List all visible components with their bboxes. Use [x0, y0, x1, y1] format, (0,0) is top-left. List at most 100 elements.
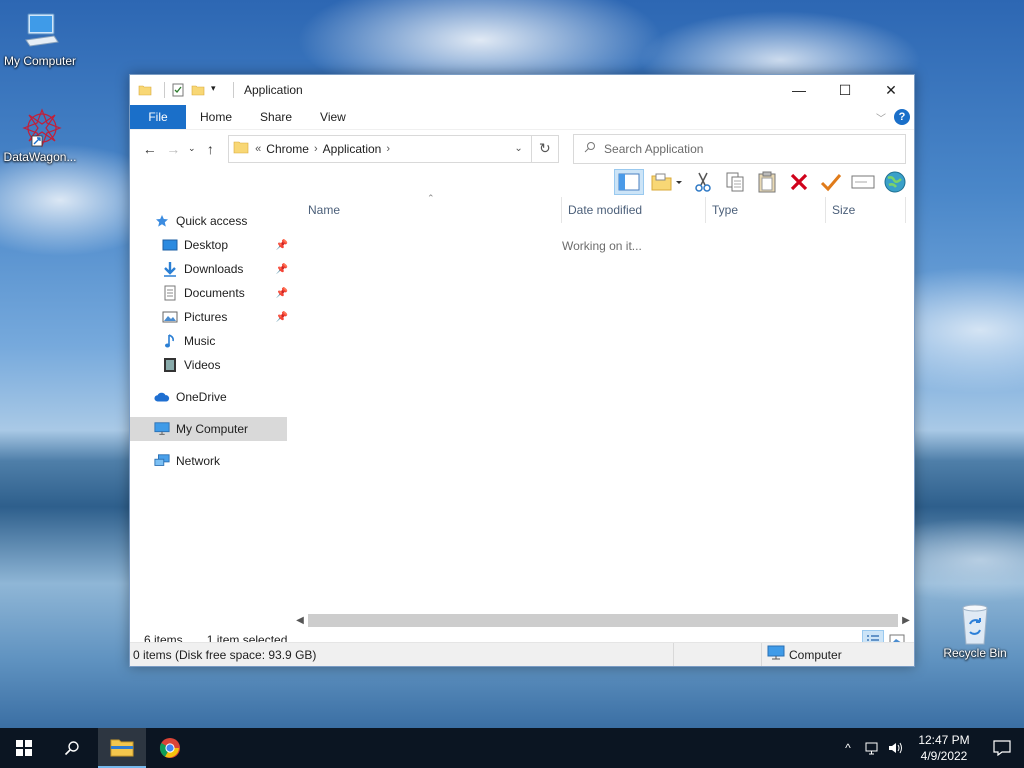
onedrive-icon — [154, 389, 170, 405]
start-button[interactable] — [0, 728, 48, 768]
disk-free-space: 0 items (Disk free space: 93.9 GB) — [130, 643, 674, 666]
clock-time: 12:47 PM — [918, 733, 970, 747]
downloads-icon — [162, 261, 178, 277]
file-list[interactable]: ⌃ Name Date modified Type Size Working o… — [292, 193, 914, 612]
tab-share[interactable]: Share — [246, 105, 306, 129]
pin-icon[interactable]: 📌 — [276, 240, 288, 251]
pictures-icon — [162, 309, 178, 325]
maximize-button[interactable]: ☐ — [822, 75, 868, 105]
nav-videos[interactable]: Videos — [130, 353, 292, 377]
close-button[interactable]: ✕ — [868, 75, 914, 105]
desktop-icon-datawagon[interactable]: DataWagon... — [0, 106, 80, 164]
breadcrumb-chrome[interactable]: Chrome — [266, 142, 309, 156]
tab-file[interactable]: File — [130, 105, 186, 129]
paste-icon[interactable] — [754, 169, 780, 195]
address-bar[interactable]: « Chrome › Application › ⌄ — [228, 134, 532, 163]
nav-label: Quick access — [176, 214, 248, 228]
breadcrumb-application[interactable]: Application — [323, 142, 382, 156]
nav-label: Network — [176, 454, 221, 468]
nav-label: Videos — [184, 358, 221, 372]
pin-icon[interactable]: 📌 — [276, 264, 288, 275]
window-title: Application — [244, 83, 303, 97]
expand-ribbon-icon[interactable]: ﹀ — [876, 110, 886, 125]
cut-icon[interactable] — [690, 169, 716, 195]
nav-downloads[interactable]: Downloads 📌 — [130, 257, 292, 281]
chrome-taskbar-button[interactable] — [146, 728, 194, 768]
desktop-icon-recycle-bin[interactable]: Recycle Bin — [935, 602, 1015, 660]
scroll-left-icon[interactable]: ◀ — [292, 615, 308, 626]
navigation-pane: Quick access Desktop 📌 Downloads 📌 Docum… — [130, 197, 292, 612]
scroll-right-icon[interactable]: ▶ — [898, 615, 914, 626]
search-icon — [584, 141, 596, 156]
network-status-icon[interactable] — [860, 741, 884, 755]
network-icon — [154, 453, 170, 469]
column-type[interactable]: Type — [706, 197, 826, 223]
rename-icon[interactable] — [850, 169, 876, 195]
refresh-icon[interactable]: ↻ — [531, 134, 560, 163]
overflow-chevron[interactable]: « — [255, 143, 261, 155]
scrollbar-thumb[interactable] — [308, 613, 898, 627]
up-icon[interactable]: ↑ — [199, 137, 222, 161]
nav-music[interactable]: Music — [130, 329, 292, 353]
show-hidden-icons-icon[interactable]: ^ — [836, 741, 860, 755]
nav-quick-access[interactable]: Quick access — [130, 209, 292, 233]
tab-home[interactable]: Home — [186, 105, 246, 129]
pin-icon[interactable]: 📌 — [276, 312, 288, 323]
preview-pane-icon[interactable] — [614, 169, 644, 195]
search-button[interactable] — [48, 728, 96, 768]
file-explorer-taskbar-button[interactable] — [98, 728, 146, 768]
nav-label: Downloads — [184, 262, 244, 276]
delete-icon[interactable] — [786, 169, 812, 195]
address-row: ← → ⌄ ↑ « Chrome › Application › ⌄ ↻ — [130, 129, 914, 167]
desktop-icon-label: My Computer — [3, 54, 77, 68]
desktop-icon-label: Recycle Bin — [943, 646, 1007, 660]
properties-icon[interactable] — [171, 83, 185, 97]
documents-icon — [162, 285, 178, 301]
search-box[interactable] — [573, 133, 906, 164]
nav-pictures[interactable]: Pictures 📌 — [130, 305, 292, 329]
nav-my-computer[interactable]: My Computer — [130, 417, 287, 441]
chrome-icon — [159, 738, 180, 758]
check-icon[interactable] — [818, 169, 844, 195]
nav-documents[interactable]: Documents 📌 — [130, 281, 292, 305]
back-icon[interactable]: ← — [138, 137, 161, 161]
sort-arrow-icon: ⌃ — [427, 193, 435, 203]
computer-icon — [20, 10, 60, 50]
recycle-bin-icon — [955, 602, 995, 645]
search-input[interactable] — [604, 141, 885, 156]
tab-view[interactable]: View — [306, 105, 360, 129]
column-date-modified[interactable]: Date modified — [562, 197, 706, 223]
column-size[interactable]: Size — [826, 197, 906, 223]
desktop-icon-my-computer[interactable]: My Computer — [0, 10, 80, 68]
new-folder-icon[interactable] — [650, 169, 684, 195]
recent-locations-icon[interactable]: ⌄ — [185, 137, 199, 161]
loading-message: Working on it... — [562, 239, 642, 253]
computer-icon — [767, 645, 785, 664]
globe-icon[interactable] — [882, 169, 908, 195]
title-bar: ▾ Application — ☐ ✕ — [130, 75, 914, 105]
volume-icon[interactable] — [884, 741, 908, 755]
action-center-icon[interactable] — [980, 740, 1024, 756]
breadcrumb-separator[interactable]: › — [314, 143, 318, 155]
details-bar: 0 items (Disk free space: 93.9 GB) Compu… — [130, 642, 914, 666]
nav-label: My Computer — [176, 422, 249, 436]
clock-date: 4/9/2022 — [920, 749, 968, 763]
nav-network[interactable]: Network — [130, 449, 292, 473]
minimize-button[interactable]: — — [776, 75, 822, 105]
videos-icon — [162, 357, 178, 373]
help-icon[interactable]: ? — [894, 109, 910, 125]
clock[interactable]: 12:47 PM 4/9/2022 — [908, 732, 980, 764]
copy-icon[interactable] — [722, 169, 748, 195]
breadcrumb-separator[interactable]: › — [386, 143, 390, 155]
taskbar: ^ 12:47 PM 4/9/2022 — [0, 728, 1024, 768]
forward-icon[interactable]: → — [161, 137, 184, 161]
folder-icon — [138, 83, 152, 97]
divider — [164, 82, 165, 98]
nav-onedrive[interactable]: OneDrive — [130, 385, 292, 409]
nav-desktop[interactable]: Desktop 📌 — [130, 233, 292, 257]
pin-icon[interactable]: 📌 — [276, 288, 288, 299]
customize-quick-access-icon[interactable]: ▾ — [211, 83, 221, 97]
new-folder-icon[interactable] — [191, 83, 205, 97]
address-dropdown-icon[interactable]: ⌄ — [507, 143, 531, 154]
horizontal-scrollbar[interactable]: ◀ ▶ — [292, 612, 914, 628]
